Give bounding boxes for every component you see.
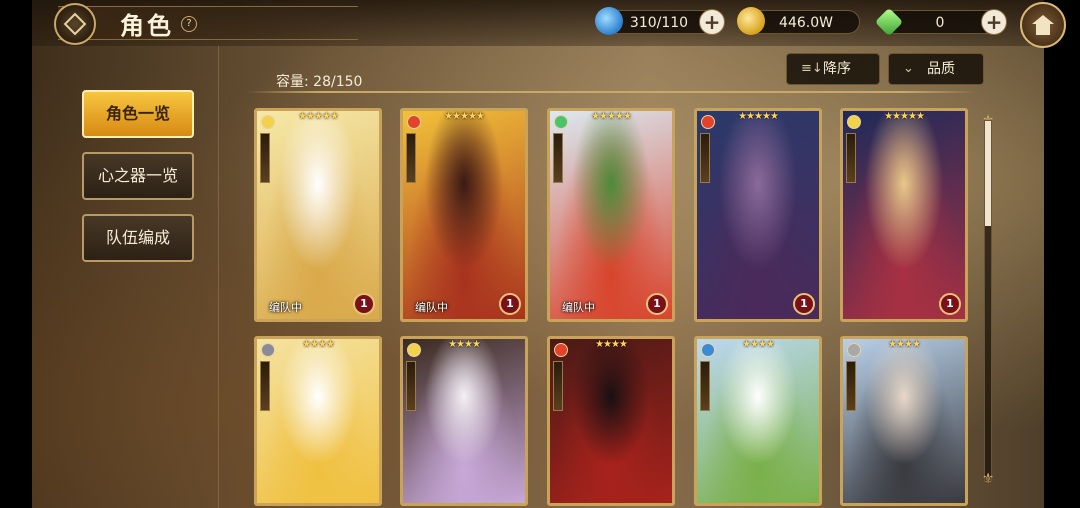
character-portrait — [403, 339, 525, 503]
back-button[interactable] — [54, 3, 96, 45]
rarity-stars: ★★★★ — [448, 339, 481, 350]
character-card[interactable]: ★★★★ — [547, 336, 675, 506]
character-portrait — [550, 339, 672, 503]
sort-order-label: 降序 — [823, 61, 851, 77]
card-side-ornament — [700, 133, 710, 183]
character-portrait — [257, 339, 379, 503]
card-side-ornament — [846, 361, 856, 411]
scrollbar[interactable] — [984, 120, 992, 482]
character-card[interactable]: ★★★★★ 编队中 1 — [400, 108, 528, 322]
character-card[interactable]: ★★★★ — [254, 336, 382, 506]
gem-counter: 0 + — [874, 7, 1007, 37]
character-portrait — [697, 111, 819, 319]
home-icon — [1032, 15, 1054, 35]
title-strip — [58, 6, 358, 40]
rarity-stars: ★★★★★ — [298, 111, 339, 122]
character-card[interactable]: ★★★★ — [840, 336, 968, 506]
scroll-cap-bottom: ⚜ — [981, 471, 995, 487]
rarity-stars: ★★★★★ — [444, 111, 485, 122]
level-badge: 1 — [793, 293, 815, 315]
rarity-stars: ★★★★ — [888, 339, 921, 350]
rarity-stars: ★★★★★ — [884, 111, 925, 122]
sidebar-item-character-list[interactable]: 角色一览 — [82, 90, 194, 138]
stamina-value: 310/110 — [629, 15, 689, 31]
level-badge: 1 — [353, 293, 375, 315]
level-badge: 1 — [939, 293, 961, 315]
page-title: 角色 — [120, 12, 174, 40]
header-divider — [246, 91, 978, 93]
card-side-ornament — [846, 133, 856, 183]
help-icon[interactable]: ? — [181, 16, 197, 32]
rarity-stars: ★★★★ — [302, 339, 335, 350]
card-side-ornament — [700, 361, 710, 411]
in-team-label: 编队中 — [415, 301, 448, 314]
level-badge: 1 — [499, 293, 521, 315]
card-side-ornament — [406, 133, 416, 183]
gold-counter: 446.0W — [737, 7, 860, 35]
character-portrait — [257, 111, 379, 319]
chevron-down-icon: ⌄ — [903, 61, 914, 76]
card-side-ornament — [553, 133, 563, 183]
sort-icon: ≡↓ — [801, 61, 823, 76]
character-card[interactable]: ★★★★★ 1 — [840, 108, 968, 322]
sort-quality-button[interactable]: ⌄ 品质 — [888, 53, 984, 85]
in-team-label: 编队中 — [269, 301, 302, 314]
card-side-ornament — [553, 361, 563, 411]
letterbox-left — [0, 0, 32, 508]
card-side-ornament — [260, 133, 270, 183]
level-badge: 1 — [646, 293, 668, 315]
sidebar-item-team-formation[interactable]: 队伍编成 — [82, 214, 194, 262]
character-card[interactable]: ★★★★ — [400, 336, 528, 506]
character-card[interactable]: ★★★★★ 编队中 1 — [547, 108, 675, 322]
rarity-stars: ★★★★★ — [738, 111, 779, 122]
character-portrait — [843, 111, 965, 319]
character-portrait — [550, 111, 672, 319]
home-button[interactable] — [1020, 2, 1066, 48]
divider — [218, 46, 219, 508]
scrollbar-thumb[interactable] — [985, 121, 991, 226]
back-diamond-icon — [63, 12, 87, 36]
card-side-ornament — [260, 361, 270, 411]
card-side-ornament — [406, 361, 416, 411]
character-card[interactable]: ★★★★★ 编队中 1 — [254, 108, 382, 322]
add-gem-button[interactable]: + — [981, 9, 1007, 35]
character-card[interactable]: ★★★★ — [694, 336, 822, 506]
rarity-stars: ★★★★★ — [591, 111, 632, 122]
stamina-counter: 310/110 + — [595, 7, 725, 35]
letterbox-right — [1044, 0, 1080, 508]
rarity-stars: ★★★★ — [742, 339, 775, 350]
add-stamina-button[interactable]: + — [699, 9, 725, 35]
capacity-label: 容量: 28/150 — [276, 74, 363, 90]
gold-value: 446.0W — [779, 15, 833, 31]
sort-order-button[interactable]: ≡↓ 降序 — [786, 53, 880, 85]
rarity-stars: ★★★★ — [595, 339, 628, 350]
in-team-label: 编队中 — [562, 301, 595, 314]
character-portrait — [843, 339, 965, 503]
character-portrait — [697, 339, 819, 503]
sidebar-item-heart-vessel-list[interactable]: 心之器一览 — [82, 152, 194, 200]
sort-quality-label: 品质 — [927, 61, 955, 77]
gem-value: 0 — [935, 15, 945, 31]
character-card[interactable]: ★★★★★ 1 — [694, 108, 822, 322]
character-portrait — [403, 111, 525, 319]
